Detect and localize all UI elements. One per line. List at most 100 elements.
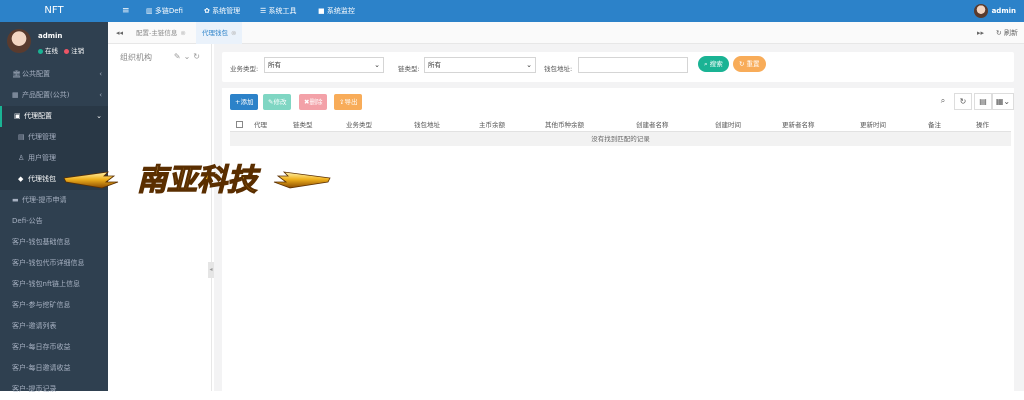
- chevron-down-icon: ⌄: [374, 61, 380, 69]
- table-search-icon[interactable]: ⌕: [934, 93, 952, 110]
- sidebar-item-label: 客户-每日邀请收益: [12, 364, 71, 372]
- tab-chain-config[interactable]: 配置-主链信息 ⊗: [130, 22, 192, 44]
- sidebar-item-public-config[interactable]: 🏛公共配置 ‹: [0, 64, 108, 85]
- watermark-banner: 南亚科技: [63, 162, 331, 199]
- edit-button[interactable]: ✎修改: [263, 94, 292, 110]
- chevron-left-icon: ‹: [99, 91, 102, 99]
- sidebar-item-label: 客户-钱包代币详细信息: [12, 259, 85, 267]
- tab-label: 代理钱包: [202, 29, 228, 37]
- video-icon: ■: [318, 7, 327, 15]
- topnav-label: 系统工具: [268, 7, 297, 15]
- refresh-icon: ↻: [739, 60, 747, 68]
- window-icon: ▣: [14, 112, 21, 120]
- tab-next-icon[interactable]: ▸▸: [977, 22, 984, 44]
- topnav-label: 系统管理: [212, 7, 241, 15]
- business-type-select[interactable]: 所有 ⌄: [264, 57, 384, 73]
- wallet-address-label: 钱包地址:: [544, 65, 573, 73]
- search-button[interactable]: ⌕ 搜索: [698, 56, 729, 72]
- topnav-label: 系统监控: [326, 7, 355, 15]
- top-navbar: ≡ ▥ 多链Defi ✿ 系统管理 ☰ 系统工具 ■ 系统监控 admin: [108, 0, 1024, 22]
- sidebar-item-wallet-basic[interactable]: 客户-钱包基础信息: [0, 232, 108, 253]
- reset-button-label: 重置: [746, 60, 760, 68]
- app-logo[interactable]: NFT: [0, 0, 108, 22]
- select-all-checkbox[interactable]: [236, 121, 243, 128]
- user-icon: ♙: [18, 154, 25, 162]
- topnav-username: admin: [991, 7, 1016, 15]
- search-form: 业务类型: 所有 ⌄ 链类型: 所有 ⌄ 钱包地址: ⌕ 搜索 ↻ 重置: [222, 52, 1014, 82]
- wing-left-icon: [63, 171, 119, 189]
- user-status: 在线 注销: [38, 45, 84, 55]
- bank-icon: ▬: [12, 196, 19, 204]
- chart-icon: ▦: [12, 91, 19, 99]
- col-updater[interactable]: 更新者名称: [782, 118, 815, 132]
- table-columns-icon[interactable]: ▦⌄: [992, 93, 1014, 110]
- col-create-time[interactable]: 创建时间: [715, 118, 741, 132]
- logout-link[interactable]: 注销: [71, 47, 84, 55]
- tab-prev-icon[interactable]: ◂◂: [116, 22, 123, 44]
- sidebar-item-wallet-nft[interactable]: 客户-钱包nft链上信息: [0, 274, 108, 295]
- topnav-item-system-manage[interactable]: ✿ 系统管理: [204, 0, 240, 22]
- refresh-icon: ↻: [995, 29, 1004, 37]
- sidebar-item-label: 客户-参与挖矿信息: [12, 301, 71, 309]
- table-refresh-icon[interactable]: ↻: [954, 93, 972, 110]
- tab-label: 配置-主链信息: [136, 29, 178, 37]
- sidebar-item-product-config[interactable]: ▦ 产品配置(公共) ‹: [0, 85, 108, 106]
- table-empty-row: 没有找到匹配的记录: [230, 132, 1011, 146]
- search-button-label: 搜索: [709, 60, 723, 68]
- sidebar-item-daily-deposit[interactable]: 客户-每日存币收益: [0, 337, 108, 358]
- col-business-type[interactable]: 业务类型: [346, 118, 372, 132]
- chevron-down-icon: ⌄: [96, 112, 102, 120]
- export-button[interactable]: ⇪导出: [334, 94, 363, 110]
- sidebar-item-mining[interactable]: 客户-参与挖矿信息: [0, 295, 108, 316]
- sidebar-subitem-agent-manage[interactable]: ▤ 代理管理: [0, 127, 108, 148]
- refresh-label: 刷新: [1004, 29, 1018, 37]
- logout-dot-icon: [64, 48, 70, 54]
- menu-toggle-icon[interactable]: ≡: [122, 0, 130, 22]
- col-remark[interactable]: 备注: [928, 118, 941, 132]
- reset-button[interactable]: ↻ 重置: [733, 56, 766, 72]
- tab-agent-wallet[interactable]: 代理钱包 ⊗: [196, 22, 243, 44]
- refresh-tab-button[interactable]: ↻ 刷新: [996, 22, 1018, 44]
- col-creator[interactable]: 创建者名称: [636, 118, 669, 132]
- topnav-item-system-tools[interactable]: ☰ 系统工具: [260, 0, 297, 22]
- topnav-item-defi[interactable]: ▥ 多链Defi: [146, 0, 183, 22]
- online-status: 在线: [45, 47, 58, 55]
- close-icon[interactable]: ⊗: [231, 29, 236, 37]
- sidebar-item-wallet-token[interactable]: 客户-钱包代币详细信息: [0, 253, 108, 274]
- table-toggle-view-icon[interactable]: ▤: [974, 93, 992, 110]
- delete-button[interactable]: ✖删除: [299, 94, 328, 110]
- watermark-text: 南亚科技: [137, 163, 261, 198]
- sidebar-item-label: 客户-邀请列表: [12, 322, 57, 330]
- org-tree-panel: 组织机构 ✎⌄↻: [108, 44, 212, 391]
- col-chain-type[interactable]: 链类型: [293, 118, 313, 132]
- sidebar-item-invite-list[interactable]: 客户-邀请列表: [0, 316, 108, 337]
- user-avatar[interactable]: [7, 29, 31, 53]
- wallet-address-input[interactable]: [578, 57, 688, 73]
- sidebar-item-agent-config[interactable]: ▣ 代理配置 ⌄: [0, 106, 108, 127]
- sidebar-item-withdraw-record[interactable]: 客户-提币记录: [0, 379, 108, 400]
- col-update-time[interactable]: 更新时间: [860, 118, 886, 132]
- sidebar-item-label: 代理-提币申请: [22, 196, 67, 204]
- wallet-icon: ◆: [18, 175, 24, 183]
- topnav-item-system-monitor[interactable]: ■ 系统监控: [318, 0, 355, 22]
- sidebar-item-label: 客户-提币记录: [12, 385, 57, 393]
- chain-type-select[interactable]: 所有 ⌄: [424, 57, 536, 73]
- col-actions: 操作: [976, 121, 989, 129]
- col-main-balance[interactable]: 主币余额: [479, 118, 505, 132]
- tab-strip: ◂◂ 配置-主链信息 ⊗ 代理钱包 ⊗ ▸▸ ↻ 刷新: [108, 22, 1024, 44]
- col-agent[interactable]: 代理: [254, 118, 267, 132]
- topnav-user-menu[interactable]: admin: [973, 3, 1016, 19]
- list-icon: ☰: [260, 7, 269, 15]
- org-panel-tools[interactable]: ✎⌄↻: [174, 52, 203, 61]
- col-other-balance[interactable]: 其他币种余额: [545, 118, 584, 132]
- gear-icon: ✿: [204, 7, 213, 15]
- add-button[interactable]: +添加: [230, 94, 259, 110]
- sidebar-item-daily-invite[interactable]: 客户-每日邀请收益: [0, 358, 108, 379]
- list-icon: ▤: [18, 133, 25, 141]
- sidebar-item-defi-notice[interactable]: Defi-公告: [0, 211, 108, 232]
- close-icon[interactable]: ⊗: [180, 29, 185, 37]
- wing-right-icon: [273, 171, 331, 189]
- chevron-down-icon: ⌄: [526, 61, 532, 69]
- col-wallet-address[interactable]: 钱包地址: [414, 118, 440, 132]
- sidebar-item-label: 代理管理: [28, 133, 56, 141]
